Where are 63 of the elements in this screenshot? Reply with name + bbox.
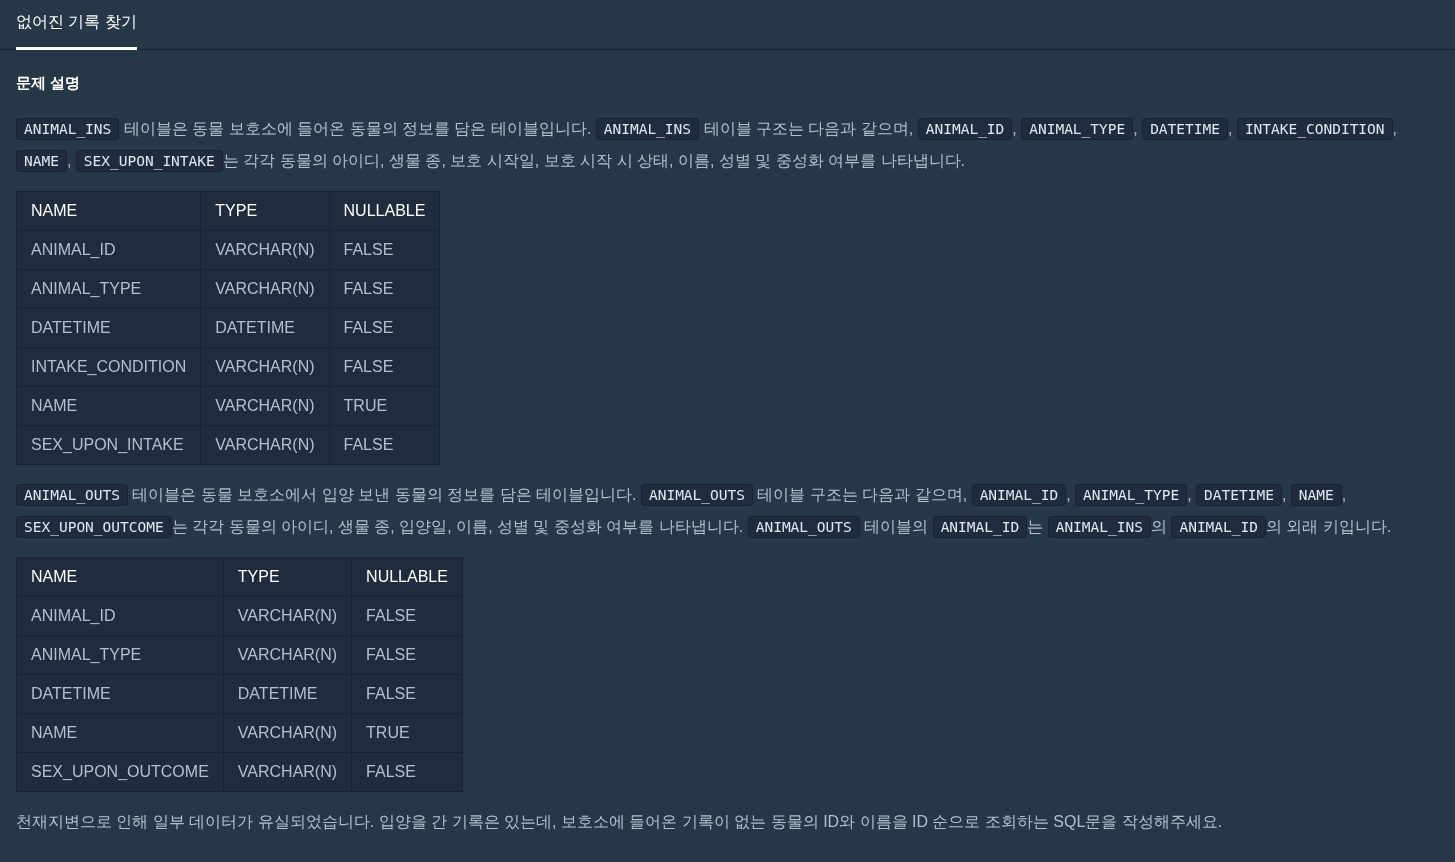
- table-cell: FALSE: [351, 752, 463, 791]
- table-cell: VARCHAR(N): [200, 386, 330, 425]
- code-span: ANIMAL_INS: [16, 117, 120, 140]
- code-span: ANIMAL_OUTS: [747, 515, 860, 538]
- code-span: NAME: [16, 149, 67, 172]
- code-span: INTAKE_CONDITION: [1236, 117, 1393, 140]
- code-span: ANIMAL_OUTS: [640, 483, 753, 506]
- code-span: ANIMAL_ID: [971, 483, 1067, 506]
- table-cell: VARCHAR(N): [223, 713, 352, 752]
- table-cell: FALSE: [351, 596, 463, 635]
- description-paragraph: ANIMAL_INS 테이블은 동물 보호소에 들어온 동물의 정보를 담은 테이블입니다. ANIMAL_INS 테이블 구조는 다음과 같으며, ANIMAL_ID , ANIMAL_TYPE , DATETIME , INTAKE_CONDITION , NAME , SEX_UPON_INTAKE 는 각각 동물의 아이디, 생물 종, 보호 시작일, 보호 시작 시 상태, 이름, 성별 및 중성화 여부를 나타냅니다.: [16, 112, 1439, 177]
- description-paragraph: 천재지변으로 인해 일부 데이터가 유실되었습니다. 입양을 간 기록은 있는데, 보호소에 들어온 기록이 없는 동물의 ID와 이름을 ID 순으로 조회하는 SQL문을 작성해주세요.: [16, 811, 1224, 832]
- section-title: 문제 설명: [16, 73, 82, 93]
- code-span: ANIMAL_INS: [595, 117, 700, 140]
- table-cell: TRUE: [351, 713, 463, 752]
- table-cell: FALSE: [351, 674, 463, 713]
- column-header: NAME: [16, 191, 201, 230]
- table-cell: FALSE: [329, 308, 440, 347]
- column-header: TYPE: [223, 557, 352, 596]
- code-span: ANIMAL_TYPE: [1075, 483, 1188, 506]
- column-header: TYPE: [200, 191, 330, 230]
- table-cell: FALSE: [329, 230, 440, 269]
- code-span: ANIMAL_ID: [932, 515, 1028, 538]
- table-cell: SEX_UPON_OUTCOME: [16, 752, 224, 791]
- table-cell: DATETIME: [16, 308, 201, 347]
- table-cell: VARCHAR(N): [223, 752, 352, 791]
- table-cell: FALSE: [351, 635, 463, 674]
- code-span: NAME: [1290, 483, 1342, 506]
- table-cell: ANIMAL_TYPE: [16, 269, 201, 308]
- column-header: NULLABLE: [351, 557, 463, 596]
- code-span: SEX_UPON_INTAKE: [75, 149, 223, 172]
- table-cell: TRUE: [329, 386, 440, 425]
- table-cell: VARCHAR(N): [200, 425, 330, 464]
- table-cell: FALSE: [329, 425, 440, 464]
- table-cell: VARCHAR(N): [200, 230, 330, 269]
- code-span: ANIMAL_ID: [917, 117, 1013, 140]
- table-cell: FALSE: [329, 269, 440, 308]
- table-cell: NAME: [16, 713, 224, 752]
- column-header: NAME: [16, 557, 224, 596]
- table-cell: DATETIME: [200, 308, 330, 347]
- table-cell: VARCHAR(N): [200, 347, 330, 386]
- table-cell: INTAKE_CONDITION: [16, 347, 201, 386]
- table-cell: ANIMAL_ID: [16, 230, 201, 269]
- code-span: ANIMAL_TYPE: [1021, 117, 1134, 140]
- code-span: ANIMAL_OUTS: [16, 483, 129, 506]
- table-cell: DATETIME: [16, 674, 224, 713]
- table-cell: VARCHAR(N): [223, 635, 352, 674]
- table-cell: NAME: [16, 386, 201, 425]
- table-cell: ANIMAL_ID: [16, 596, 224, 635]
- code-span: ANIMAL_ID: [1171, 515, 1266, 538]
- code-span: SEX_UPON_OUTCOME: [16, 515, 172, 538]
- table-cell: VARCHAR(N): [223, 596, 352, 635]
- table-cell: DATETIME: [223, 674, 352, 713]
- column-header: NULLABLE: [329, 191, 440, 230]
- table-cell: VARCHAR(N): [200, 269, 330, 308]
- table-cell: SEX_UPON_INTAKE: [16, 425, 201, 464]
- table-cell: FALSE: [329, 347, 440, 386]
- code-span: DATETIME: [1142, 117, 1228, 140]
- code-span: ANIMAL_INS: [1047, 515, 1151, 538]
- description-paragraph: ANIMAL_OUTS 테이블은 동물 보호소에서 입양 보낸 동물의 정보를 담은 테이블입니다. ANIMAL_OUTS 테이블 구조는 다음과 같으며, ANIMAL_ID , ANIMAL_TYPE , DATETIME , NAME , SEX_UPON_OUTCOME 는 각각 동물의 아이디, 생물 종, 입양일, 이름, 성별 및 중성화 여부를 나타냅니다. ANIMAL_OUTS 테이블의 ANIMAL_ID 는 ANIMAL_INS 의 ANIMAL_ID 의 외래 키입니다.: [16, 478, 1439, 543]
- table-cell: ANIMAL_TYPE: [16, 635, 224, 674]
- tab[interactable]: 없어진 기록 찾기: [16, 0, 137, 50]
- code-span: DATETIME: [1196, 483, 1282, 506]
